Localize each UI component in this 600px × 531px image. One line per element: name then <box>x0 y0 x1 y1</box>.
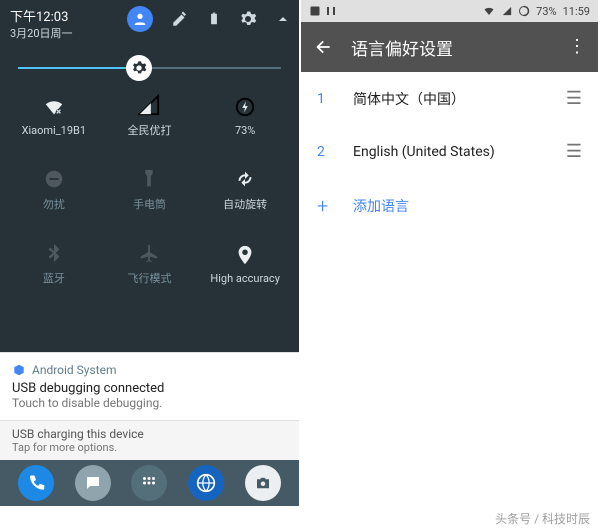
tile-label: 自动旋转 <box>223 196 267 212</box>
language-list: 1 简体中文（中国） ☰ 2 English (United States) ☰ <box>301 72 598 178</box>
collapse-icon[interactable] <box>275 11 291 27</box>
notification-app-row: Android System <box>12 363 287 377</box>
time: 下午12:03 <box>10 6 73 25</box>
tile-location[interactable]: High accuracy <box>197 227 293 301</box>
status-left-icons <box>309 5 337 17</box>
app-bar-title: 语言偏好设置 <box>351 35 550 60</box>
edit-icon[interactable] <box>171 10 189 28</box>
plus-icon: + <box>317 194 331 218</box>
tile-label: 73% <box>235 124 255 137</box>
battery-icon[interactable] <box>207 10 221 28</box>
slider-fill <box>18 67 139 69</box>
add-language-button[interactable]: + 添加语言 <box>301 178 598 234</box>
settings-icon[interactable] <box>239 10 257 28</box>
dock <box>0 460 299 506</box>
tile-label: 勿扰 <box>43 196 65 212</box>
tile-bluetooth[interactable]: 蓝牙 <box>6 227 102 301</box>
tile-label: 手电筒 <box>133 196 166 212</box>
notification-area: Android System USB debugging connected T… <box>0 352 299 506</box>
auto-rotate-icon <box>234 168 256 190</box>
dock-phone-icon[interactable] <box>18 465 54 501</box>
tile-auto-rotate[interactable]: 自动旋转 <box>197 153 293 227</box>
app-bar: 语言偏好设置 ⋮ <box>301 22 598 72</box>
notification-usb-debug[interactable]: Android System USB debugging connected T… <box>0 352 299 420</box>
location-icon <box>234 244 256 266</box>
wifi-icon <box>43 96 65 118</box>
language-settings-screen: 73% 11:59 语言偏好设置 ⋮ 1 简体中文（中国） ☰ 2 English (U… <box>299 0 598 506</box>
signal-icon <box>502 5 512 17</box>
quicksettings-panel: 下午12:03 3月20日周一 <box>0 0 299 506</box>
dock-apps-icon[interactable] <box>131 465 167 501</box>
flashlight-icon <box>138 168 160 190</box>
language-name: 简体中文（中国） <box>353 89 544 109</box>
notification-subtitle: Touch to disable debugging. <box>12 396 287 410</box>
tile-label: 蓝牙 <box>43 270 65 286</box>
dock-camera-icon[interactable] <box>245 465 281 501</box>
notification-title: USB debugging connected <box>12 381 287 396</box>
battery-text: 73% <box>536 5 556 18</box>
back-icon[interactable] <box>313 37 333 57</box>
tile-label: 飞行模式 <box>127 270 171 286</box>
battery-charging-icon <box>234 96 256 118</box>
status-right-icons: 73% 11:59 <box>482 5 590 18</box>
tiles-grid: Xiaomi_19B1 全民优打 73% 勿扰 手电筒 自动旋转蓝牙 飞行模式 High ac… <box>0 79 299 301</box>
battery-circle-icon <box>518 5 530 17</box>
time: 11:59 <box>563 5 590 18</box>
tile-flashlight[interactable]: 手电筒 <box>102 153 198 227</box>
clock-block: 下午12:03 3月20日周一 <box>10 6 73 41</box>
status-bar: 73% 11:59 <box>301 0 598 22</box>
airplane-icon <box>138 242 160 264</box>
header-actions <box>127 6 291 32</box>
brightness-icon[interactable] <box>126 55 152 81</box>
add-language-label: 添加语言 <box>353 196 409 216</box>
language-row[interactable]: 2 English (United States) ☰ <box>301 125 598 178</box>
tile-label: Xiaomi_19B1 <box>22 124 87 137</box>
dock-browser-icon[interactable] <box>188 465 224 501</box>
overflow-icon[interactable]: ⋮ <box>568 45 586 49</box>
language-name: English (United States) <box>353 144 544 160</box>
dock-messages-icon[interactable] <box>75 465 111 501</box>
slider-track <box>18 67 281 69</box>
android-icon <box>12 363 26 377</box>
tile-wifi[interactable]: Xiaomi_19B1 <box>6 79 102 153</box>
avatar-icon[interactable] <box>127 6 153 32</box>
dnd-icon <box>43 168 65 190</box>
date: 3月20日周一 <box>10 25 73 41</box>
notification-usb-charging[interactable]: USB charging this device Tap for more op… <box>0 420 299 460</box>
language-row[interactable]: 1 简体中文（中国） ☰ <box>301 72 598 125</box>
android-n-icon <box>325 5 337 17</box>
screenshot-icon <box>309 5 321 17</box>
tile-label: 全民优打 <box>127 122 171 138</box>
brightness-slider[interactable] <box>0 45 299 79</box>
language-index: 1 <box>317 91 331 107</box>
bluetooth-icon <box>43 242 65 264</box>
drag-handle-icon[interactable]: ☰ <box>566 88 582 109</box>
signal-icon <box>138 94 160 116</box>
notification-title: USB charging this device <box>12 427 287 441</box>
watermark: 头条号 / 科技时辰 <box>495 510 590 527</box>
tile-airplane[interactable]: 飞行模式 <box>102 227 198 301</box>
notification-app: Android System <box>32 363 117 377</box>
drag-handle-icon[interactable]: ☰ <box>566 141 582 162</box>
language-index: 2 <box>317 144 331 160</box>
tile-label: High accuracy <box>210 272 280 285</box>
tile-battery-charging[interactable]: 73% <box>197 79 293 153</box>
notification-subtitle: Tap for more options. <box>12 441 287 454</box>
status-header: 下午12:03 3月20日周一 <box>0 0 299 45</box>
wifi-icon <box>482 5 496 17</box>
tile-signal[interactable]: 全民优打 <box>102 79 198 153</box>
tile-dnd[interactable]: 勿扰 <box>6 153 102 227</box>
